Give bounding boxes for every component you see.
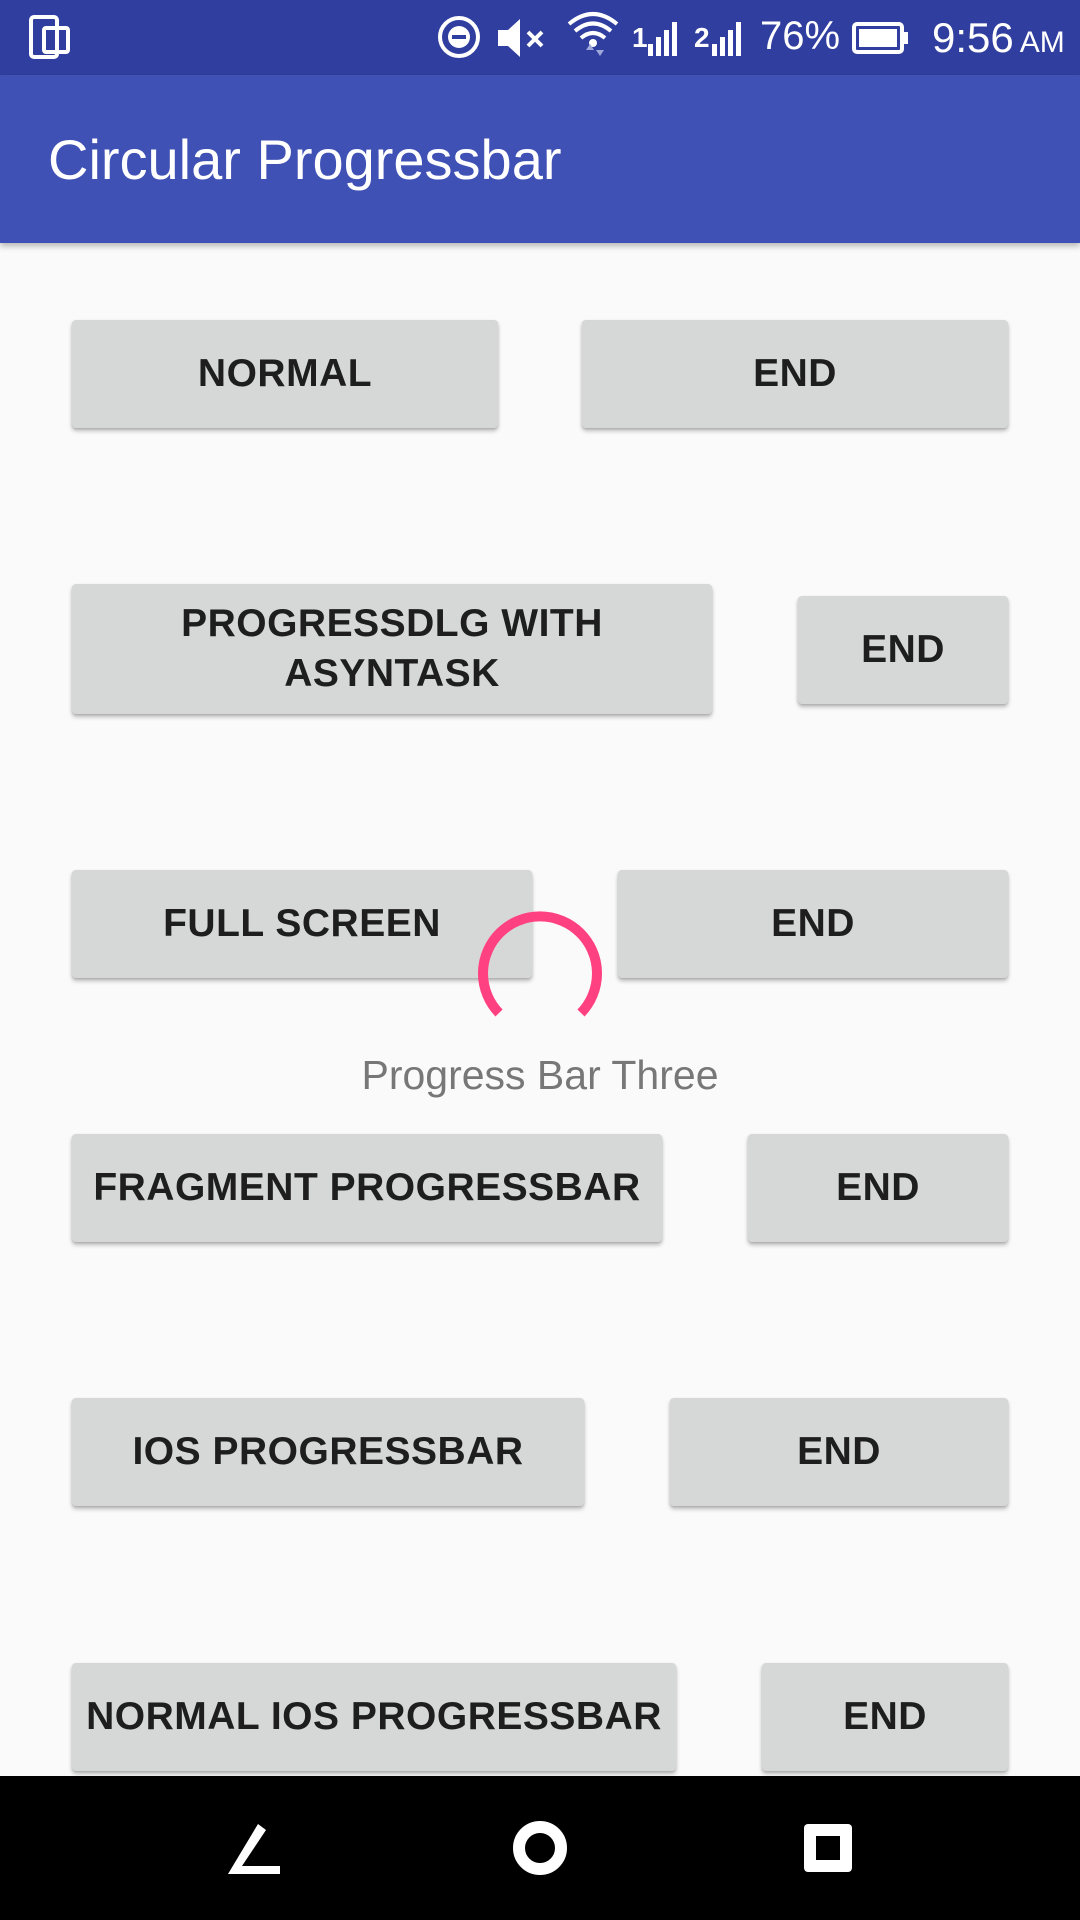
progressdlg-asyntask-button[interactable]: PROGRESSDLG WITH ASYNTASK	[72, 584, 712, 714]
back-icon[interactable]	[222, 1816, 286, 1880]
circular-progress-spinner	[478, 911, 602, 1017]
clock-time: 9:56	[932, 14, 1014, 61]
sim2-label: 2	[694, 22, 710, 53]
battery-percent: 76%	[760, 14, 841, 58]
clock: 9:56 AM	[932, 14, 1065, 62]
normal-ios-end-button[interactable]: END	[762, 1663, 1008, 1771]
navigation-bar	[0, 1776, 1080, 1920]
app-toolbar: Circular Progressbar	[0, 75, 1080, 243]
ios-end-button[interactable]: END	[670, 1398, 1008, 1506]
fragment-end-button[interactable]: END	[748, 1134, 1008, 1242]
recents-icon[interactable]	[796, 1816, 860, 1880]
volume-muted-icon	[498, 19, 544, 57]
full-screen-end-button[interactable]: END	[618, 870, 1008, 978]
normal-end-button[interactable]: END	[582, 320, 1008, 428]
signal-sim2-icon: 2	[694, 22, 742, 56]
do-not-disturb-icon	[438, 16, 480, 58]
page-title: Circular Progressbar	[48, 128, 562, 191]
clock-suffix: AM	[1019, 26, 1065, 59]
signal-sim1-icon: 1	[632, 22, 678, 56]
battery-icon	[852, 22, 908, 54]
status-bar: 1 2 76% 9:56 AM	[0, 0, 1080, 75]
normal-ios-progressbar-button[interactable]: NORMAL IOS PROGRESSBAR	[72, 1663, 676, 1771]
wifi-icon	[567, 12, 619, 56]
screen-rotate-icon	[29, 15, 70, 59]
normal-button[interactable]: NORMAL	[72, 320, 498, 428]
progressdlg-end-button[interactable]: END	[798, 596, 1008, 704]
full-screen-button[interactable]: FULL SCREEN	[72, 870, 532, 978]
fragment-progressbar-button[interactable]: FRAGMENT PROGRESSBAR	[72, 1134, 662, 1242]
home-icon[interactable]	[508, 1816, 572, 1880]
progress-label: Progress Bar Three	[361, 1052, 719, 1098]
ios-progressbar-button[interactable]: IOS PROGRESSBAR	[72, 1398, 584, 1506]
